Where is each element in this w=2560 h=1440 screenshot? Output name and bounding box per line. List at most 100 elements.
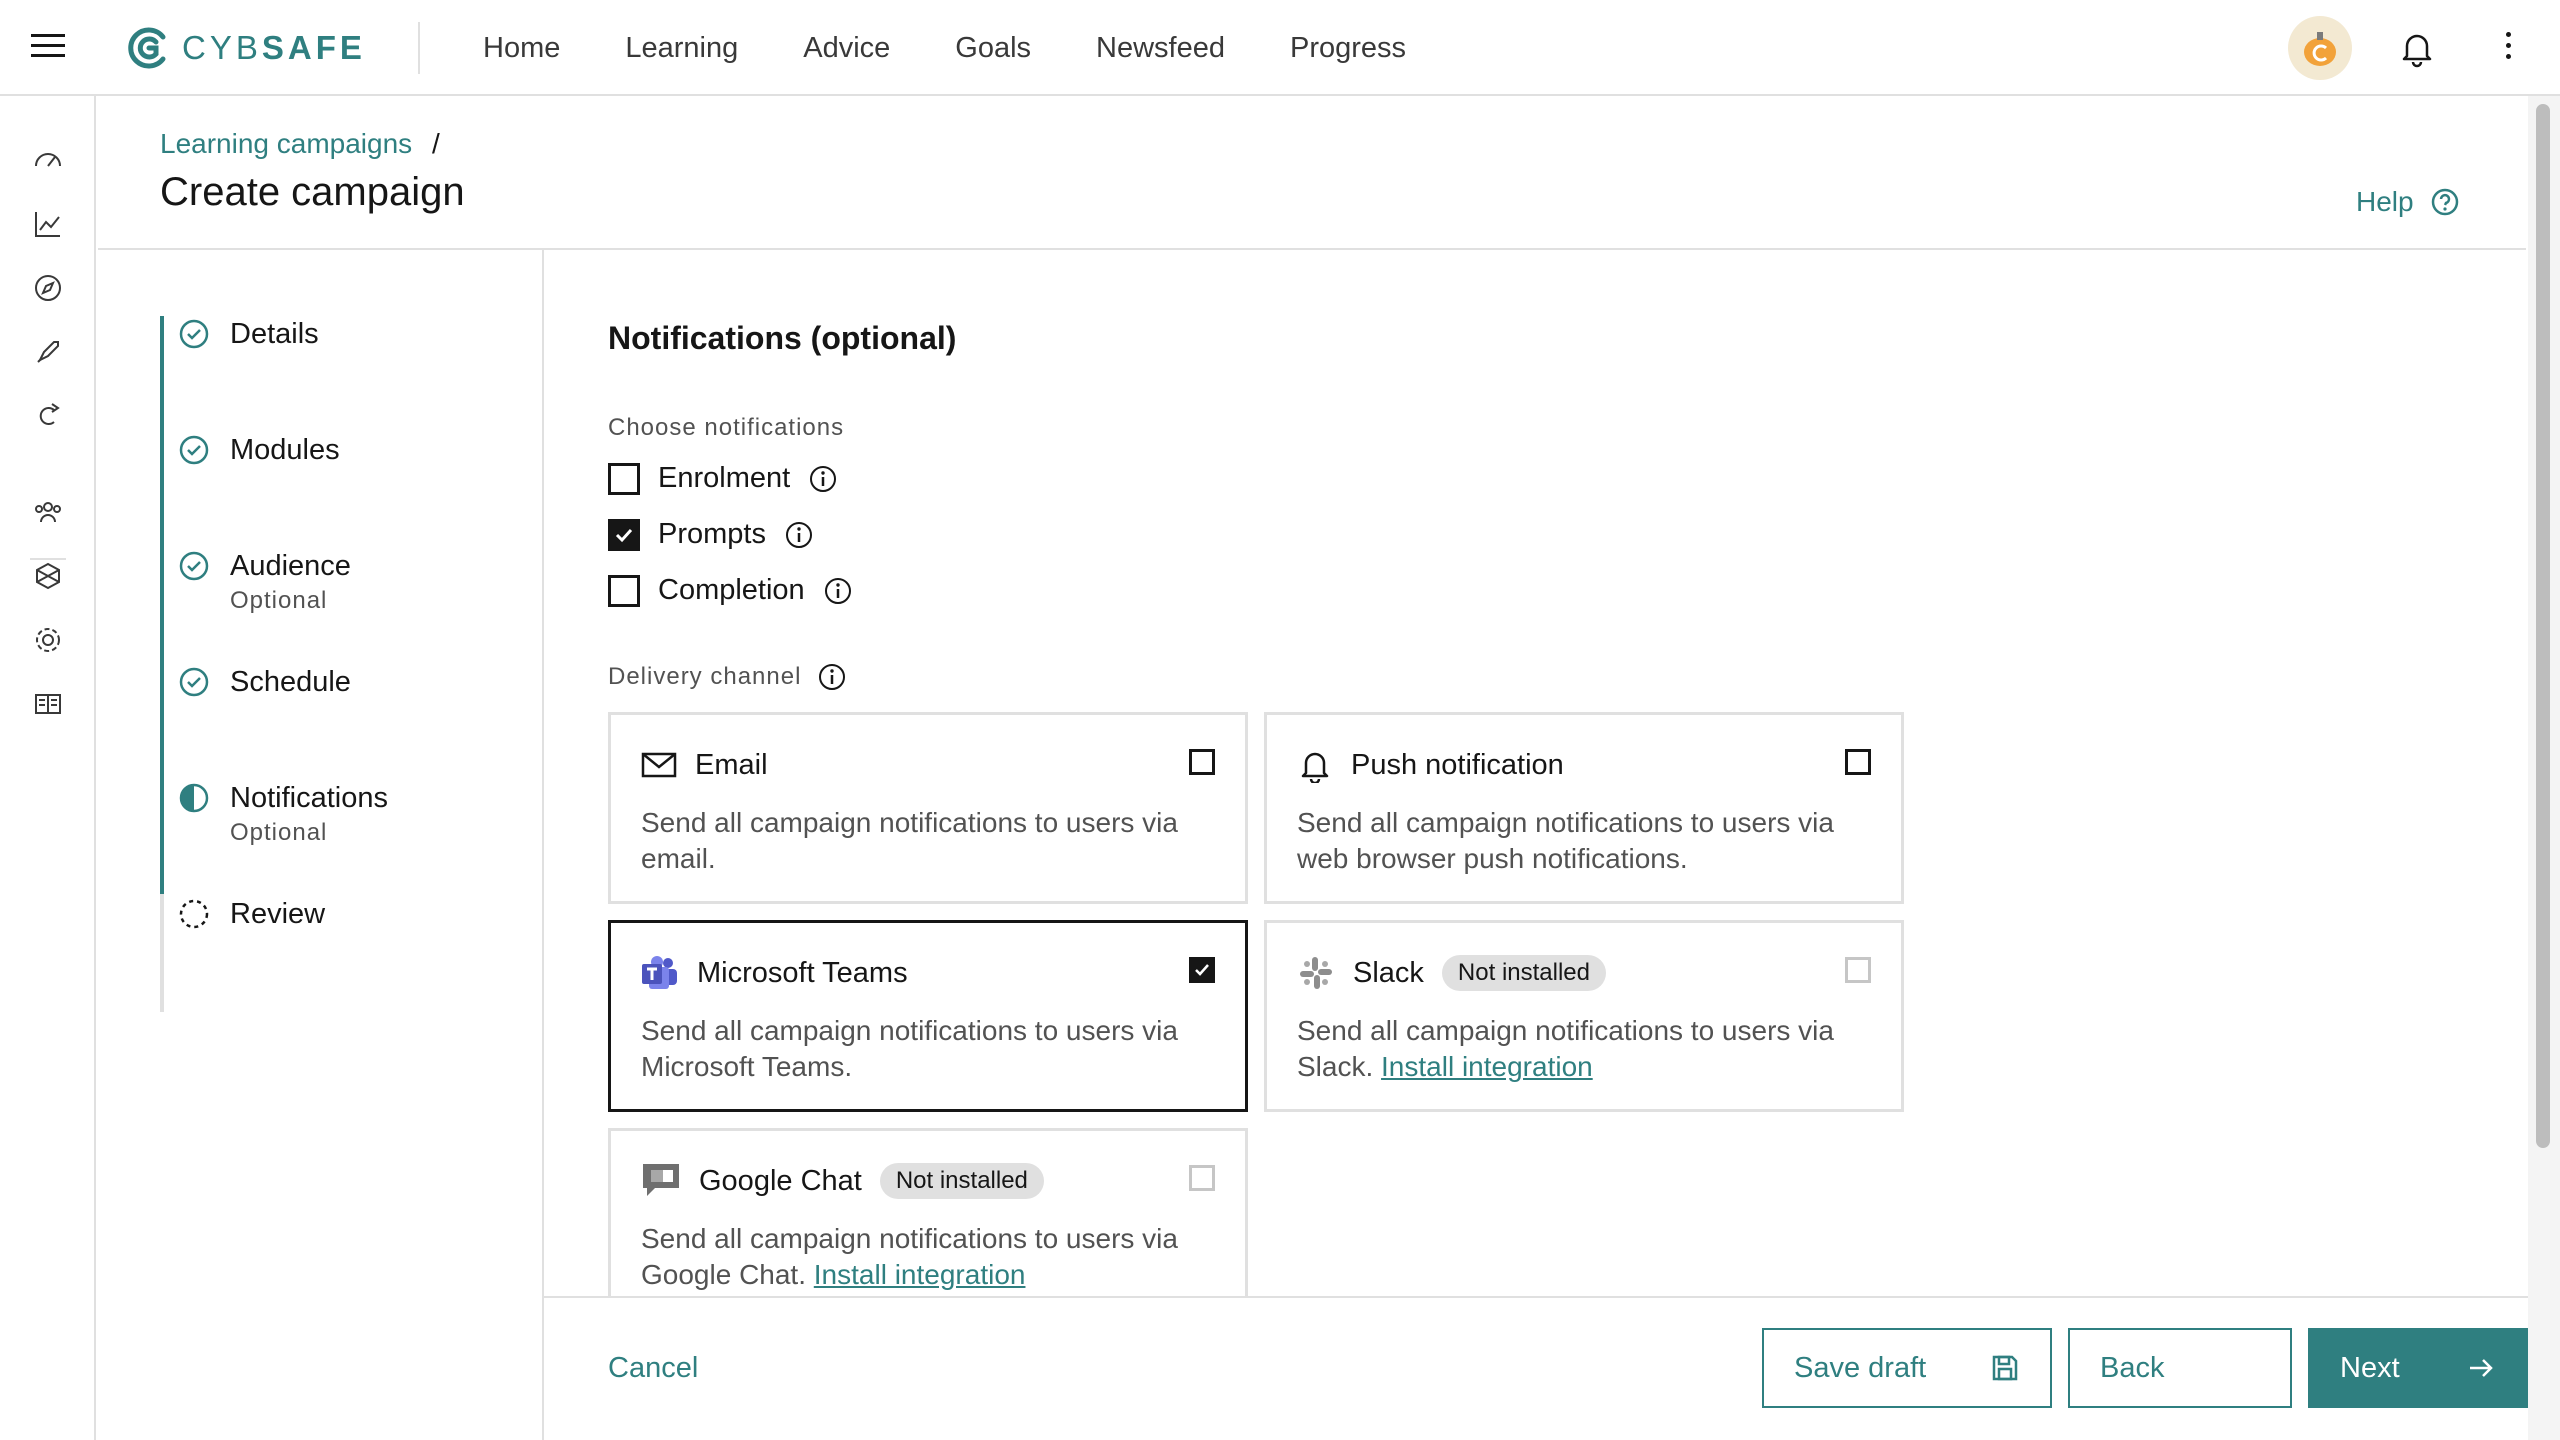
card-description: Send all campaign notifications to users… <box>641 1221 1221 1293</box>
check-circle-icon <box>179 435 209 465</box>
microsoft-teams-channel-card[interactable]: Microsoft Teams Send all campaign notifi… <box>608 920 1248 1112</box>
card-description: Send all campaign notifications to users… <box>1297 1013 1877 1085</box>
prompts-label: Prompts <box>658 518 766 550</box>
slack-checkbox <box>1845 957 1871 983</box>
avatar[interactable] <box>2288 16 2352 80</box>
install-google-chat-integration-link[interactable]: Install integration <box>814 1259 1026 1290</box>
users-icon[interactable] <box>32 496 64 528</box>
microsoft-teams-checkbox[interactable] <box>1189 957 1215 983</box>
step-label: Review <box>230 898 326 930</box>
avatar-icon <box>2304 32 2336 66</box>
google-chat-checkbox <box>1189 1165 1215 1191</box>
help-label: Help <box>2356 186 2414 217</box>
nav-advice[interactable]: Advice <box>803 32 890 65</box>
step-schedule[interactable]: Schedule <box>178 664 351 700</box>
choose-notifications-label: Choose notifications <box>608 414 845 441</box>
info-icon[interactable] <box>808 464 838 494</box>
card-title: Email <box>695 748 768 781</box>
step-label: Audience <box>230 550 351 582</box>
step-details[interactable]: Details <box>178 316 319 352</box>
next-button[interactable]: Next <box>2308 1328 2528 1408</box>
nav-learning[interactable]: Learning <box>625 32 738 65</box>
microsoft-teams-icon <box>642 956 677 989</box>
cancel-button[interactable]: Cancel <box>608 1352 698 1385</box>
nav-goals[interactable]: Goals <box>955 32 1031 65</box>
completion-checkbox[interactable] <box>608 574 640 607</box>
back-button[interactable]: Back <box>2068 1328 2292 1408</box>
more-options-icon[interactable] <box>2504 32 2512 64</box>
check-circle-icon <box>179 551 209 581</box>
enrolment-checkbox[interactable] <box>608 462 640 495</box>
header-divider <box>418 22 420 74</box>
next-label: Next <box>2340 1351 2400 1384</box>
dashed-circle-icon <box>179 899 209 929</box>
report-icon[interactable] <box>32 688 64 720</box>
info-icon[interactable] <box>817 662 847 692</box>
completion-label: Completion <box>658 574 805 606</box>
rocket-icon[interactable] <box>32 336 64 368</box>
top-bar: CYBSAFE Home Learning Advice Goals Newsf… <box>0 0 2560 96</box>
campaign-icon[interactable] <box>32 400 64 432</box>
delivery-channel-label-row: Delivery channel <box>608 662 847 692</box>
step-review[interactable]: Review <box>178 896 325 932</box>
card-description: Send all campaign notifications to users… <box>641 807 1178 874</box>
half-circle-icon <box>179 783 209 813</box>
integration-icon[interactable] <box>32 560 64 592</box>
check-circle-icon <box>179 667 209 697</box>
bell-icon <box>1301 752 1329 783</box>
install-slack-integration-link[interactable]: Install integration <box>1381 1051 1593 1082</box>
slack-channel-card: Slack Not installed Send all campaign no… <box>1264 920 1904 1112</box>
steps-track-progress <box>160 316 164 894</box>
chart-icon[interactable] <box>32 208 64 240</box>
card-title: Microsoft Teams <box>697 956 908 989</box>
step-notifications[interactable]: Notifications Optional <box>178 780 388 850</box>
logo[interactable]: CYBSAFE <box>126 22 366 74</box>
menu-icon[interactable] <box>31 34 65 60</box>
checkmark-icon <box>615 528 633 542</box>
enrolment-option: Enrolment <box>608 462 838 495</box>
main-nav: Home Learning Advice Goals Newsfeed Prog… <box>483 0 1406 96</box>
enrolment-label: Enrolment <box>658 462 791 494</box>
card-description: Send all campaign notifications to users… <box>641 1015 1178 1082</box>
step-label: Schedule <box>230 666 351 698</box>
prompts-option: Prompts <box>608 518 814 551</box>
step-label: Details <box>230 318 319 350</box>
push-notification-channel-card[interactable]: Push notification Send all campaign noti… <box>1264 712 1904 904</box>
section-title: Notifications (optional) <box>608 320 957 356</box>
step-optional-label: Optional <box>230 587 328 614</box>
dashboard-icon[interactable] <box>32 144 64 176</box>
email-checkbox[interactable] <box>1189 749 1215 775</box>
help-link[interactable]: Help <box>2356 186 2460 218</box>
step-audience[interactable]: Audience Optional <box>178 548 351 618</box>
arrow-right-icon <box>2470 1359 2493 1377</box>
scrollbar-thumb[interactable] <box>2536 104 2550 1148</box>
delivery-channel-label: Delivery channel <box>608 663 802 690</box>
nav-newsfeed[interactable]: Newsfeed <box>1096 32 1225 65</box>
step-modules[interactable]: Modules <box>178 432 340 468</box>
card-title: Push notification <box>1351 748 1564 781</box>
breadcrumb-learning-campaigns[interactable]: Learning campaigns <box>160 128 412 160</box>
nav-progress[interactable]: Progress <box>1290 32 1406 65</box>
step-label: Notifications <box>230 782 388 814</box>
help-icon <box>2431 188 2458 216</box>
card-title: Slack <box>1353 956 1424 989</box>
info-icon[interactable] <box>784 520 814 550</box>
save-draft-button[interactable]: Save draft <box>1762 1328 2052 1408</box>
email-icon <box>641 752 677 778</box>
back-label: Back <box>2100 1351 2165 1384</box>
prompts-checkbox[interactable] <box>608 518 640 551</box>
info-icon[interactable] <box>823 576 853 606</box>
push-notification-checkbox[interactable] <box>1845 749 1871 775</box>
gear-icon[interactable] <box>32 624 64 656</box>
page-title: Create campaign <box>160 170 465 214</box>
check-circle-icon <box>179 319 209 349</box>
nav-home[interactable]: Home <box>483 32 560 65</box>
logo-text: CYBSAFE <box>182 29 366 66</box>
email-channel-card[interactable]: Email Send all campaign notifications to… <box>608 712 1248 904</box>
slack-icon <box>1300 957 1332 989</box>
not-installed-tag: Not installed <box>1441 955 1606 991</box>
checkmark-icon <box>1195 964 1209 976</box>
compass-icon[interactable] <box>32 272 64 304</box>
step-optional-label: Optional <box>230 819 328 846</box>
notifications-bell-icon[interactable] <box>2397 28 2437 68</box>
